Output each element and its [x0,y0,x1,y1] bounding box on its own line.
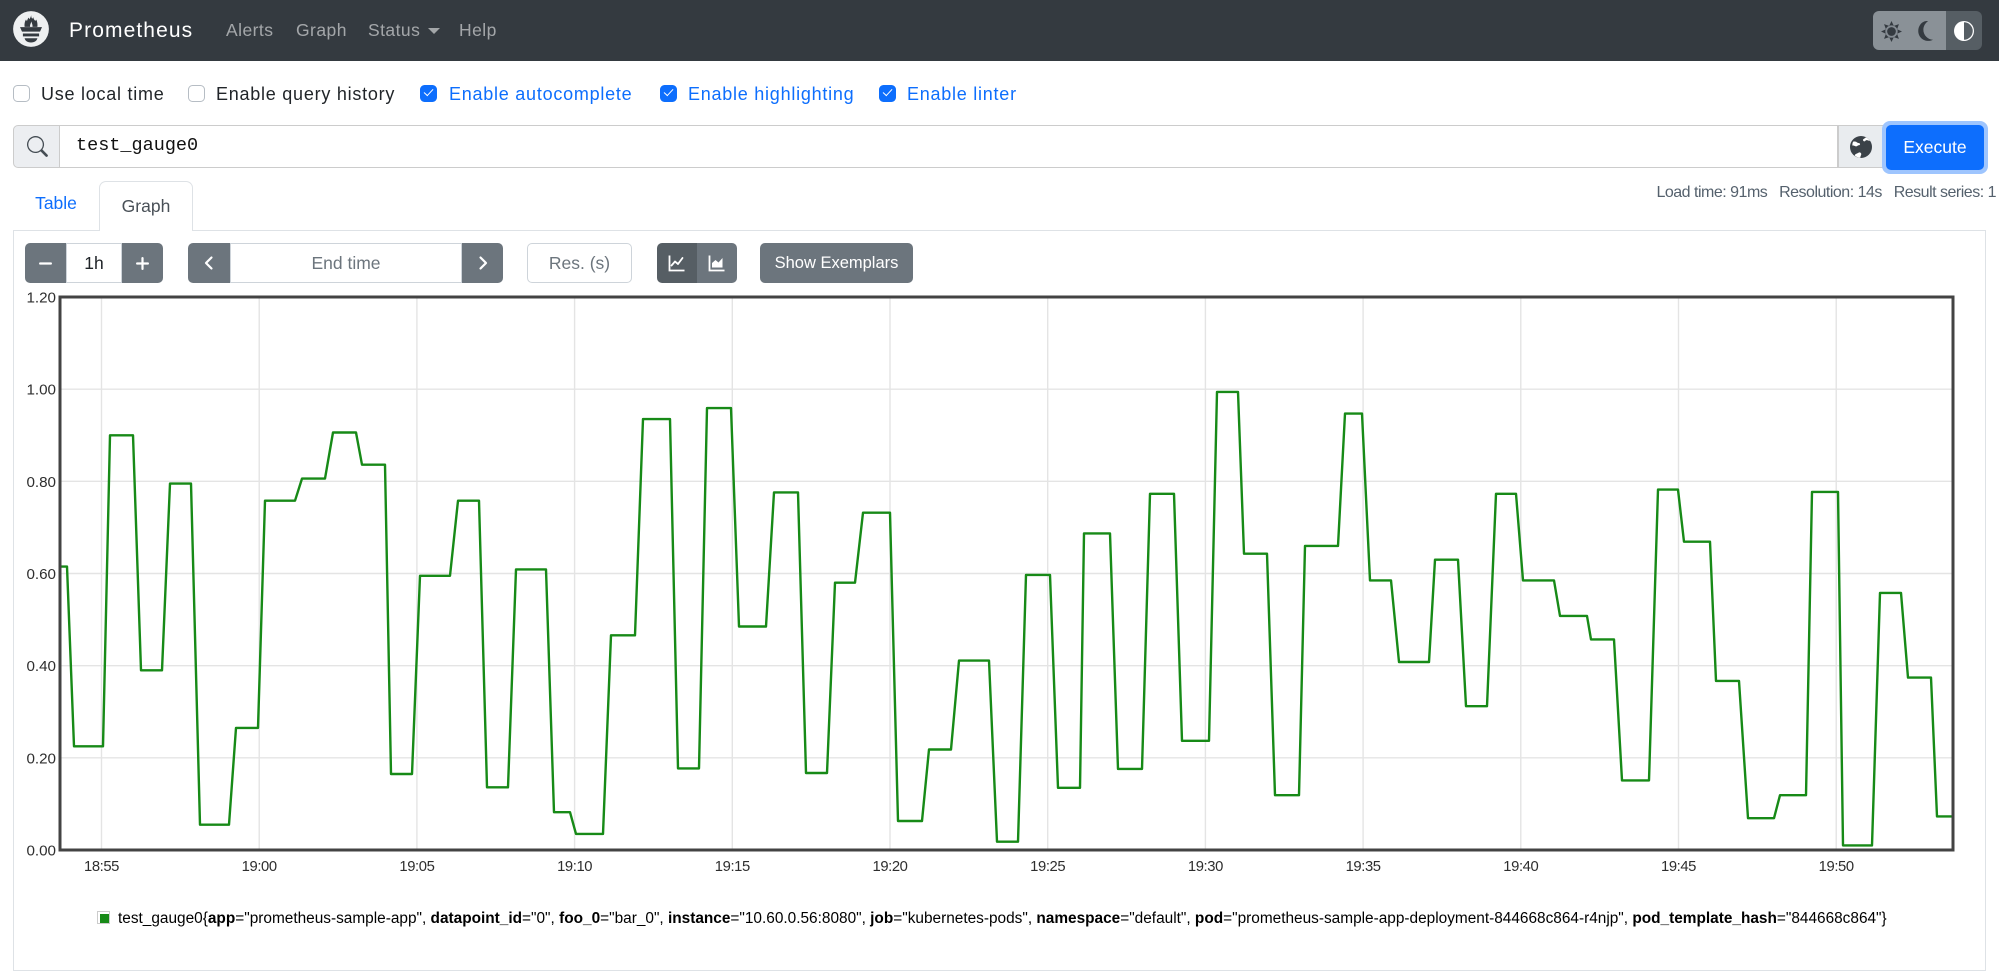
svg-text:19:45: 19:45 [1661,859,1696,875]
svg-text:19:15: 19:15 [715,859,750,875]
svg-text:0.00: 0.00 [26,843,56,860]
svg-text:19:30: 19:30 [1188,859,1223,875]
svg-text:0.20: 0.20 [26,750,56,767]
svg-text:19:10: 19:10 [557,859,592,875]
svg-text:19:05: 19:05 [399,859,434,875]
svg-text:19:35: 19:35 [1346,859,1381,875]
svg-text:0.40: 0.40 [26,658,56,675]
svg-text:19:20: 19:20 [872,859,907,875]
svg-text:19:50: 19:50 [1819,859,1854,875]
svg-text:19:25: 19:25 [1030,859,1065,875]
svg-text:0.80: 0.80 [26,474,56,491]
svg-text:18:55: 18:55 [84,859,119,875]
svg-text:1.00: 1.00 [26,382,56,399]
svg-text:1.20: 1.20 [26,290,56,307]
svg-text:19:40: 19:40 [1503,859,1538,875]
svg-text:0.60: 0.60 [26,566,56,583]
svg-text:19:00: 19:00 [242,859,277,875]
